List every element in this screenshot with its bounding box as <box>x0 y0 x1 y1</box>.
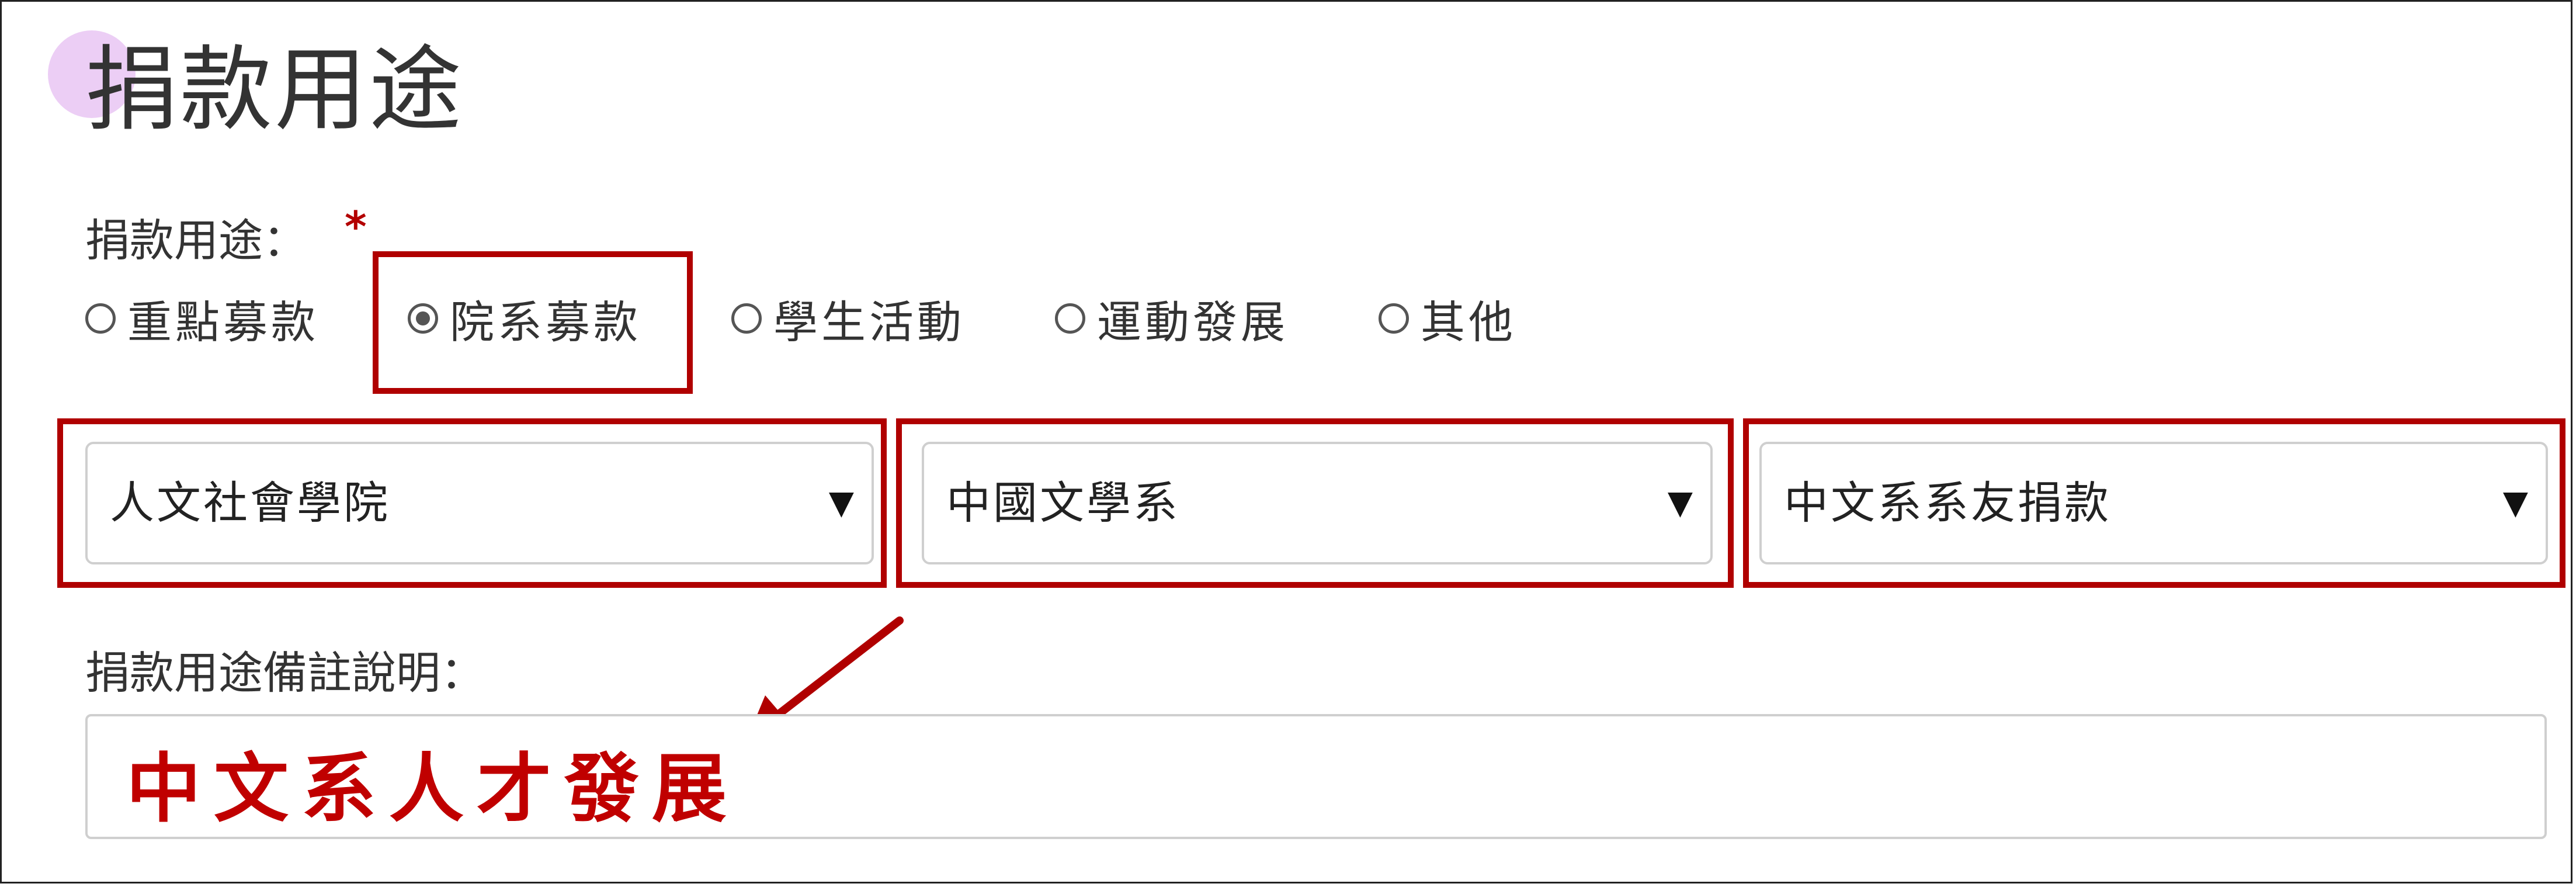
college-select[interactable]: 人文社會學院 ▼ <box>85 442 874 564</box>
radio-label: 學生活動 <box>773 296 965 348</box>
fund-select[interactable]: 中文系系友捐款 ▼ <box>1759 442 2548 564</box>
radio-unchecked-icon[interactable] <box>85 303 116 334</box>
remarks-field-label: 捐款用途備註說明： <box>85 647 485 699</box>
radio-unchecked-icon[interactable] <box>731 303 762 334</box>
radio-option-student-activities[interactable]: 學生活動 <box>731 286 965 351</box>
radio-label: 重點募款 <box>127 296 319 348</box>
radio-label: 其他 <box>1421 296 1516 348</box>
fund-select-value: 中文系系友捐款 <box>1784 477 2111 529</box>
dropdown-arrow-icon[interactable]: ▼ <box>1668 444 1693 562</box>
radio-label: 運動發展 <box>1097 296 1289 348</box>
radio-option-other[interactable]: 其他 <box>1379 286 1516 351</box>
required-mark: * <box>345 202 367 251</box>
highlight-box-selected-radio <box>373 251 693 394</box>
radio-unchecked-icon[interactable] <box>1379 303 1409 334</box>
remarks-input-value: 中文系人才發展 <box>126 745 740 833</box>
department-select[interactable]: 中國文學系 ▼ <box>922 442 1713 564</box>
page-title: 捐款用途 <box>85 36 464 144</box>
radio-option-sports-development[interactable]: 運動發展 <box>1055 286 1289 351</box>
radio-option-key-fundraising[interactable]: 重點募款 <box>85 286 319 351</box>
department-select-value: 中國文學系 <box>946 477 1180 529</box>
college-select-value: 人文社會學院 <box>110 477 390 529</box>
dropdown-arrow-icon[interactable]: ▼ <box>829 444 854 562</box>
radio-unchecked-icon[interactable] <box>1055 303 1085 334</box>
purpose-field-label: 捐款用途： <box>85 214 307 266</box>
dropdown-arrow-icon[interactable]: ▼ <box>2503 444 2528 562</box>
remarks-input[interactable]: 中文系人才發展 <box>85 714 2547 839</box>
